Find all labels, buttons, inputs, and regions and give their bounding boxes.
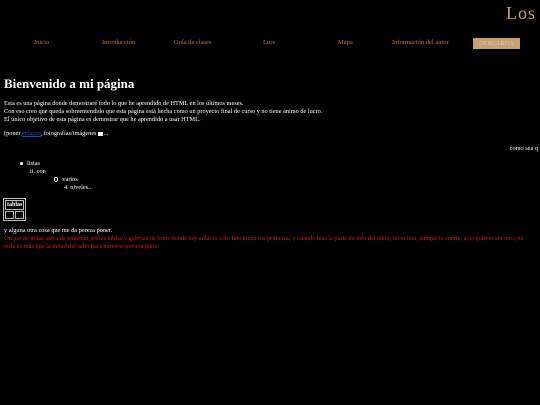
intro-line-1: Esta es una página donde demostraré todo… xyxy=(4,100,244,107)
nav-lore[interactable]: Lore xyxy=(263,39,275,46)
poner-prefix: (poner xyxy=(4,130,23,137)
bullet-icon xyxy=(20,162,23,166)
list-item-4: 4. niveles... xyxy=(64,184,93,191)
list-item-3-label: varios xyxy=(62,176,78,183)
site-logo: Los xyxy=(506,3,536,23)
nav-info-autor[interactable]: Información del autor xyxy=(392,39,449,46)
poner-end: ... xyxy=(103,130,109,137)
page-title: Bienvenido a mi página xyxy=(4,76,135,91)
intro-line-2: Con eso creo que queda sobreentendido qu… xyxy=(4,107,323,115)
table-cell xyxy=(15,211,25,219)
list-item-2: ii. con xyxy=(30,168,46,175)
list-item-3: varios xyxy=(54,176,78,184)
table-header: tablas xyxy=(5,200,25,210)
nav-introduccion[interactable]: Introducción xyxy=(102,39,135,46)
alguna-text: y alguna otra cosa que me da pereza pone… xyxy=(4,227,113,234)
marquee-text: como sea q xyxy=(509,145,538,152)
list-item-1-label: listas xyxy=(27,160,40,167)
nav-mapa[interactable]: Mapa xyxy=(338,39,353,46)
demo-table: tablas xyxy=(3,198,27,221)
nav-descarga[interactable]: DESCARGA xyxy=(473,38,521,49)
image-icon[interactable] xyxy=(97,131,103,136)
intro-text: Esta es una página donde demostraré todo… xyxy=(4,100,322,123)
list-item-1: listas xyxy=(20,160,40,168)
nav-inicio[interactable]: Inicio xyxy=(34,39,49,46)
intro-line-3: El único objetivo de esta página es demo… xyxy=(4,115,201,123)
poner-line: (poner enlaces, fotografías/imágenes... xyxy=(4,130,108,137)
poner-suffix: , fotografías/imágenes xyxy=(40,130,97,137)
table-cell xyxy=(5,211,15,219)
nav-guia-clases[interactable]: Guía de clases xyxy=(174,39,212,46)
hollow-bullet-icon xyxy=(54,177,59,182)
red-note: Un par de notas antes de empezar, en las… xyxy=(4,235,524,250)
main-nav: Inicio Introducción Guía de clases Lore … xyxy=(0,38,540,51)
enlaces-link[interactable]: enlaces xyxy=(22,130,41,137)
